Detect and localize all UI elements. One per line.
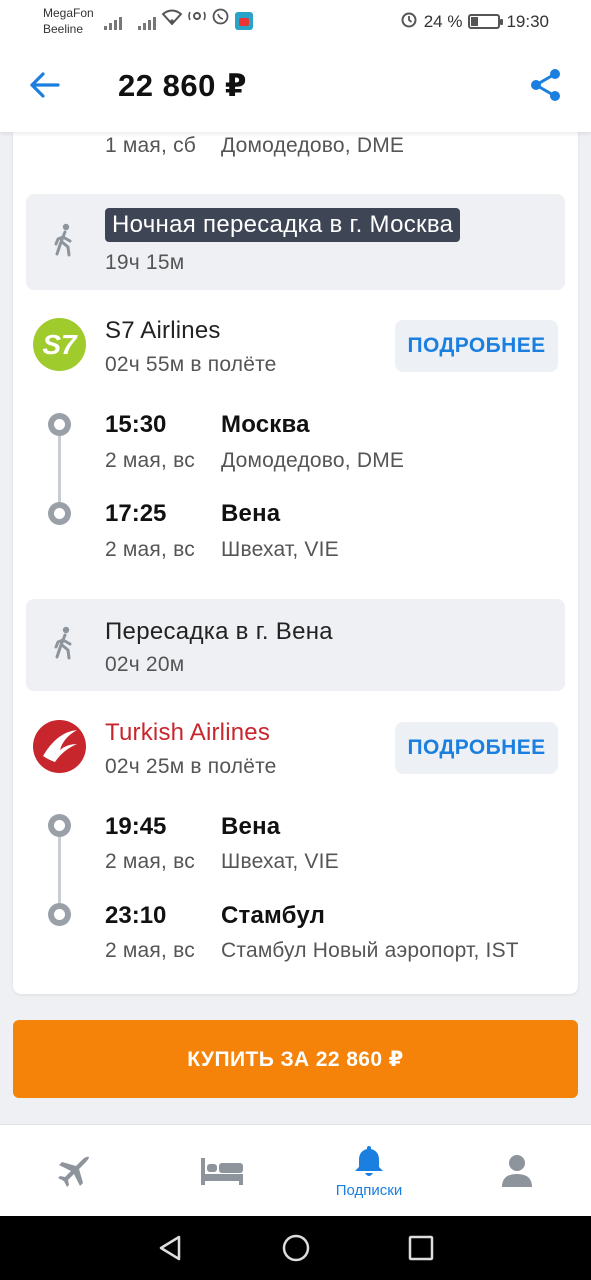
departure-airport: Домодедово, DME: [221, 449, 405, 472]
share-icon: [531, 69, 560, 101]
tab-flights[interactable]: [0, 1125, 148, 1217]
carrier-1: MegaFon: [43, 6, 94, 20]
turkish-airlines-logo-icon: [33, 720, 86, 773]
segment-airport: Домодедово, DME: [221, 134, 405, 157]
layover-vienna: Пересадка в г. Вена 02ч 20м: [26, 599, 565, 691]
segment-date: 1 мая, сб: [105, 134, 196, 157]
arrival-time: 23:10: [105, 902, 167, 929]
airline-name: Turkish Airlines: [105, 719, 271, 746]
square-recents-icon: [408, 1235, 434, 1261]
timeline-dot-departure: [48, 413, 71, 436]
status-bar: MegaFon Beeline 24 % 19:30: [0, 0, 591, 42]
walking-person-icon: [54, 626, 72, 660]
s7-logo-icon: S7: [33, 318, 86, 371]
departure-time: 19:45: [105, 813, 167, 840]
airline-name: S7 Airlines: [105, 317, 221, 344]
app-notification-icon: [235, 12, 253, 30]
arrival-airport: Швехат, VIE: [221, 538, 339, 561]
whatsapp-icon: [212, 8, 229, 30]
status-icons: [104, 8, 253, 30]
tab-subscriptions-label: Подписки: [335, 1181, 403, 1199]
timeline-dot-departure: [48, 814, 71, 837]
departure-date: 2 мая, вс: [105, 850, 195, 873]
carrier-2: Beeline: [43, 22, 84, 36]
bell-icon: [355, 1145, 383, 1176]
signal-icon: [104, 14, 122, 30]
battery-percent: 24 %: [423, 11, 463, 31]
layover-title: Ночная пересадка в г. Москва: [105, 208, 461, 242]
flight-duration: 02ч 55м в полёте: [105, 353, 277, 376]
departure-airport: Швехат, VIE: [221, 850, 339, 873]
alarm-icon: [400, 10, 418, 33]
status-right: 24 % 19:30: [400, 10, 549, 33]
layover-moscow: Ночная пересадка в г. Москва 19ч 15м: [26, 194, 565, 290]
system-back-button[interactable]: [150, 1228, 190, 1268]
timeline-dot-arrival: [48, 903, 71, 926]
profile-icon: [502, 1155, 532, 1187]
signal-icon-2: [138, 14, 156, 30]
s7-logo-text: S7: [42, 329, 78, 360]
details-button[interactable]: ПОДРОБНЕЕ: [395, 320, 558, 372]
arrow-left-icon: [30, 72, 60, 98]
tab-subscriptions[interactable]: Подписки: [295, 1125, 443, 1217]
layover-duration: 02ч 20м: [105, 653, 185, 676]
arrival-city: Вена: [221, 500, 281, 527]
arrival-date: 2 мая, вс: [105, 538, 195, 561]
carrier-names: MegaFon Beeline: [43, 5, 94, 37]
system-recents-button[interactable]: [401, 1228, 441, 1268]
night-layover-tag: Ночная пересадка в г. Москва: [105, 208, 461, 242]
plane-icon: [58, 1156, 89, 1187]
hotel-bed-icon: [201, 1158, 243, 1185]
page-title-price: 22 860 ₽: [118, 68, 247, 103]
system-navigation-bar: [0, 1216, 591, 1280]
layover-duration: 19ч 15м: [105, 251, 185, 274]
share-button[interactable]: [523, 62, 569, 108]
arrival-city: Стамбул: [221, 902, 326, 929]
buy-button[interactable]: КУПИТЬ ЗА 22 860 ₽: [13, 1020, 578, 1098]
location-icon: [188, 9, 206, 30]
departure-time: 15:30: [105, 411, 167, 438]
circle-home-icon: [282, 1234, 310, 1262]
details-button[interactable]: ПОДРОБНЕЕ: [395, 722, 558, 774]
bottom-navigation: Подписки: [0, 1124, 591, 1216]
app-header: 22 860 ₽: [0, 42, 591, 132]
arrival-airport: Стамбул Новый аэропорт, IST: [221, 939, 519, 962]
arrival-time: 17:25: [105, 500, 167, 527]
flight-duration: 02ч 25м в полёте: [105, 755, 277, 778]
clock: 19:30: [506, 11, 549, 31]
battery-icon: [468, 14, 504, 29]
layover-title: Пересадка в г. Вена: [105, 618, 333, 645]
wifi-icon: [161, 9, 183, 30]
arrival-date: 2 мая, вс: [105, 939, 195, 962]
battery-fill: [471, 17, 479, 26]
system-home-button[interactable]: [276, 1228, 316, 1268]
walking-person-icon: [54, 223, 72, 257]
departure-date: 2 мая, вс: [105, 449, 195, 472]
itinerary-card: 1 мая, сб Домодедово, DME Ночная пересад…: [13, 110, 578, 994]
departure-city: Москва: [221, 411, 310, 438]
back-button[interactable]: [22, 62, 68, 108]
triangle-back-icon: [159, 1235, 181, 1261]
timeline-dot-arrival: [48, 502, 71, 525]
departure-city: Вена: [221, 813, 281, 840]
tab-profile[interactable]: [443, 1125, 591, 1217]
tab-hotels[interactable]: [148, 1125, 296, 1217]
